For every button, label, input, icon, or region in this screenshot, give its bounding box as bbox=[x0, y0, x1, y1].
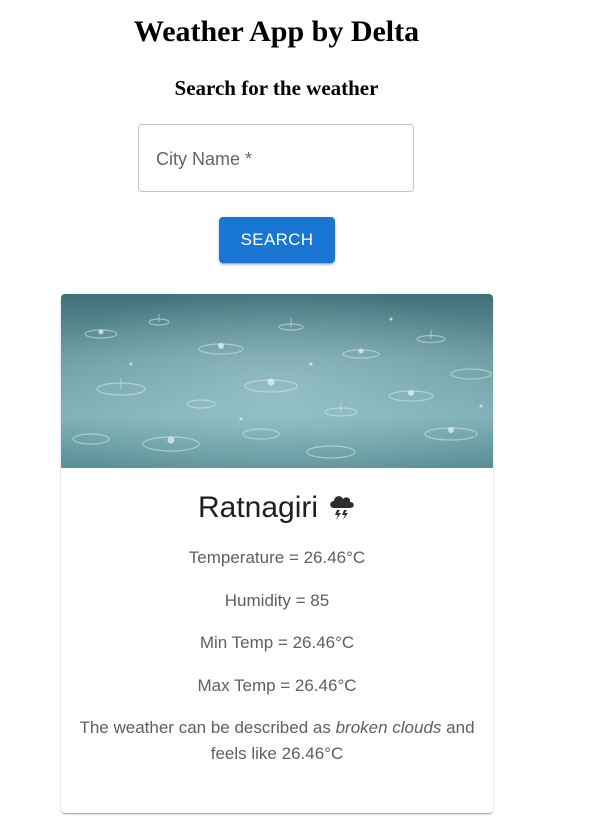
city-name-field[interactable]: City Name * bbox=[138, 124, 414, 192]
weather-card: Ratnagiri Temperature = 26.46°C Humidity… bbox=[61, 294, 493, 813]
min-temp-text: Min Temp = 26.46°C bbox=[199, 633, 355, 652]
description-prefix: The weather can be described as bbox=[79, 718, 331, 737]
humidity-text: Humidity = 85 bbox=[224, 591, 330, 610]
rain-image bbox=[61, 294, 493, 468]
description-value: broken clouds bbox=[335, 718, 442, 737]
search-button[interactable]: SEARCH bbox=[219, 217, 335, 263]
max-temp-text: Max Temp = 26.46°C bbox=[197, 676, 357, 695]
temperature-text: Temperature = 26.46°C bbox=[188, 548, 366, 567]
search-heading: Search for the weather bbox=[174, 76, 379, 100]
weather-description: The weather can be described as broken c… bbox=[77, 715, 477, 767]
app-title: Weather App by Delta bbox=[133, 15, 420, 48]
city-name: Ratnagiri bbox=[197, 491, 319, 524]
thunderstorm-cloud-icon bbox=[326, 491, 356, 530]
city-name-input[interactable] bbox=[139, 125, 413, 191]
city-heading: Ratnagiri bbox=[61, 490, 493, 530]
